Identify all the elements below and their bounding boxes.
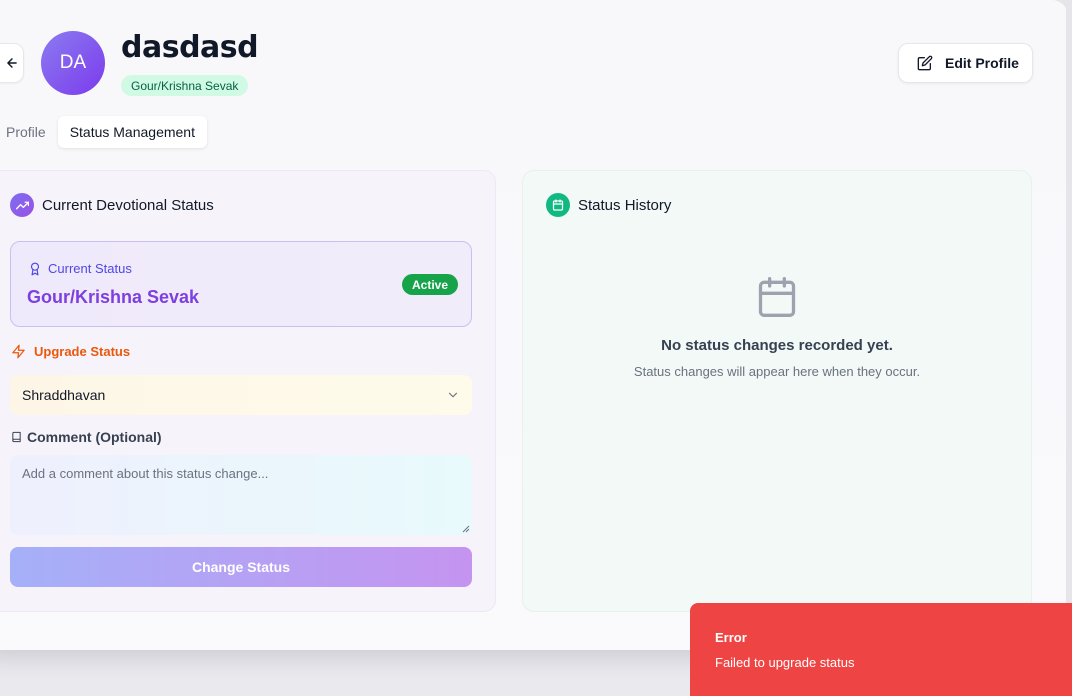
change-status-button[interactable]: Change Status [10,547,472,587]
edit-profile-label: Edit Profile [945,55,1019,71]
upgrade-status-label-row: Upgrade Status [11,344,130,359]
upgrade-status-label: Upgrade Status [34,344,131,359]
comment-textarea[interactable]: Add a comment about this status change..… [10,455,472,535]
current-status-section-title: Current Devotional Status [10,193,214,217]
status-history-panel [522,170,1032,612]
role-badge: Gour/Krishna Sevak [121,75,249,96]
user-name: dasdasd [121,30,259,65]
toast-message: Failed to upgrade status [715,655,855,670]
status-select[interactable]: Shraddhavan [10,375,472,415]
chevron-down-icon [448,392,458,398]
current-status-heading: Current Devotional Status [42,196,214,214]
toast-title: Error [715,630,747,645]
empty-state-title: No status changes recorded yet. [661,337,893,354]
book-icon [12,431,21,443]
edit-profile-button[interactable]: Edit Profile [898,43,1033,83]
tab-profile[interactable]: Profile [0,116,58,148]
comment-label: Comment (Optional) [27,429,162,445]
current-status-label-row: Current Status [28,261,132,276]
tab-status-management[interactable]: Status Management [57,116,207,148]
resize-handle-icon[interactable] [462,525,470,533]
comment-label-row: Comment (Optional) [11,429,162,445]
status-select-value: Shraddhavan [22,387,106,403]
zap-icon [12,344,25,359]
tab-bar: Profile Status Management [0,115,207,149]
empty-state-subtitle: Status changes will appear here when the… [633,364,921,379]
calendar-small-icon [546,193,570,217]
current-status-value: Gour/Krishna Sevak [27,287,200,307]
comment-placeholder: Add a comment about this status change..… [22,466,269,481]
edit-icon [917,55,933,71]
back-button[interactable] [0,43,24,83]
arrow-left-icon [7,58,17,68]
award-icon [30,262,40,275]
scrollbar-track[interactable] [1066,0,1072,696]
status-history-heading: Status History [578,196,672,214]
calendar-icon [758,277,796,317]
current-status-label: Current Status [48,261,132,276]
error-toast[interactable]: Error Failed to upgrade status [690,603,1072,696]
avatar: DA [41,31,105,95]
trending-up-icon [10,193,34,217]
status-history-section-title: Status History [546,193,671,217]
current-status-card: Current Status Gour/Krishna Sevak Active [10,241,472,327]
status-badge: Active [402,274,459,295]
